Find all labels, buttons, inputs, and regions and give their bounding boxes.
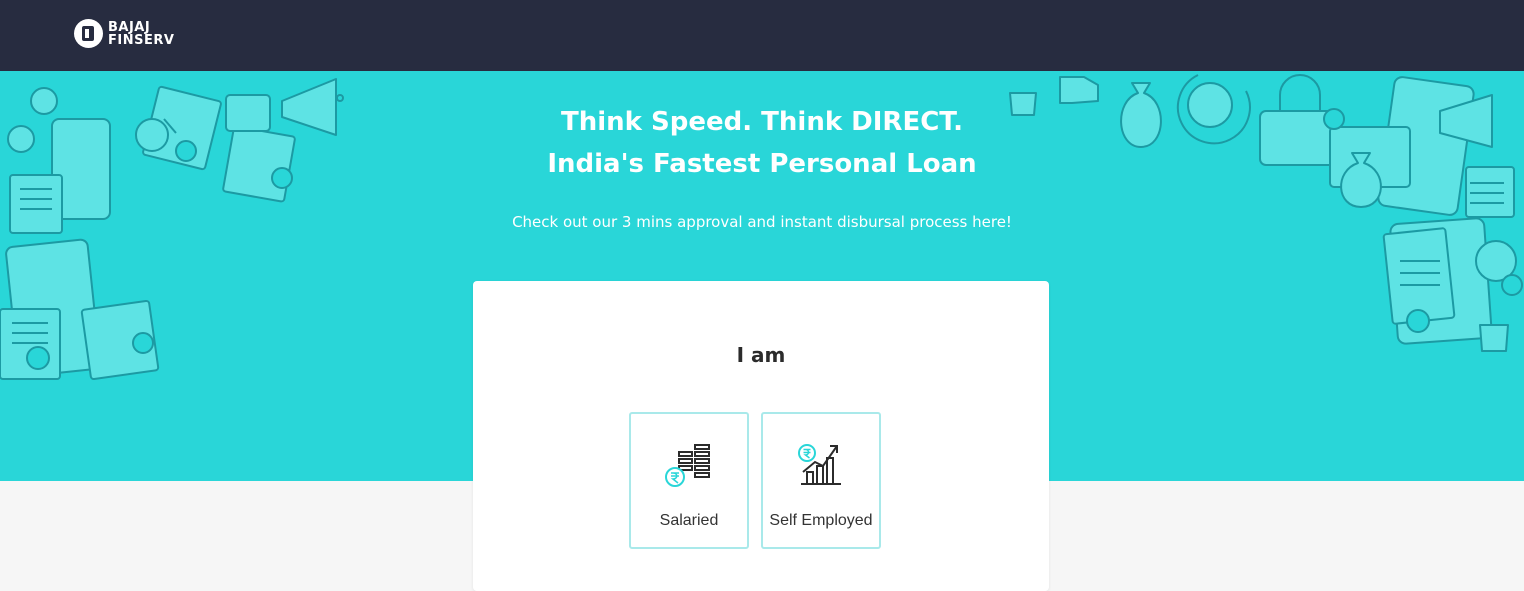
salaried-option-label: Salaried: [659, 512, 719, 529]
thumbs-up-icon: [1059, 76, 1099, 104]
brand-logo[interactable]: BAJAJ FINSERV: [74, 19, 174, 48]
top-navbar: BAJAJ FINSERV: [0, 0, 1524, 71]
self-employed-option-label: Self Employed: [769, 512, 873, 529]
hero-title-line2: India's Fastest Personal Loan: [547, 149, 977, 179]
salaried-option[interactable]: Salaried: [629, 412, 749, 549]
card-heading: I am: [736, 343, 786, 367]
checkmark-icon: [1501, 274, 1523, 296]
coffee-cup-icon: [1479, 324, 1509, 352]
growth-chart-icon: [798, 444, 841, 485]
brand-name-line2: FINSERV: [108, 32, 175, 48]
brand-name: BAJAJ FINSERV: [108, 21, 174, 47]
bajaj-finserv-logo-icon: [74, 19, 103, 48]
employment-type-card: I am Salaried Self Employed: [473, 281, 1049, 591]
salary-coins-icon: [665, 444, 710, 487]
hero-subtitle: Check out our 3 mins approval and instan…: [512, 213, 1012, 231]
brand-name-line1: BAJAJ: [108, 19, 151, 35]
self-employed-option[interactable]: Self Employed: [761, 412, 881, 549]
checkmark-icon: [132, 332, 154, 354]
checkmark-icon: [26, 346, 50, 370]
checkmark-icon: [1406, 309, 1430, 333]
hero-title-line1: Think Speed. Think DIRECT.: [561, 107, 963, 137]
